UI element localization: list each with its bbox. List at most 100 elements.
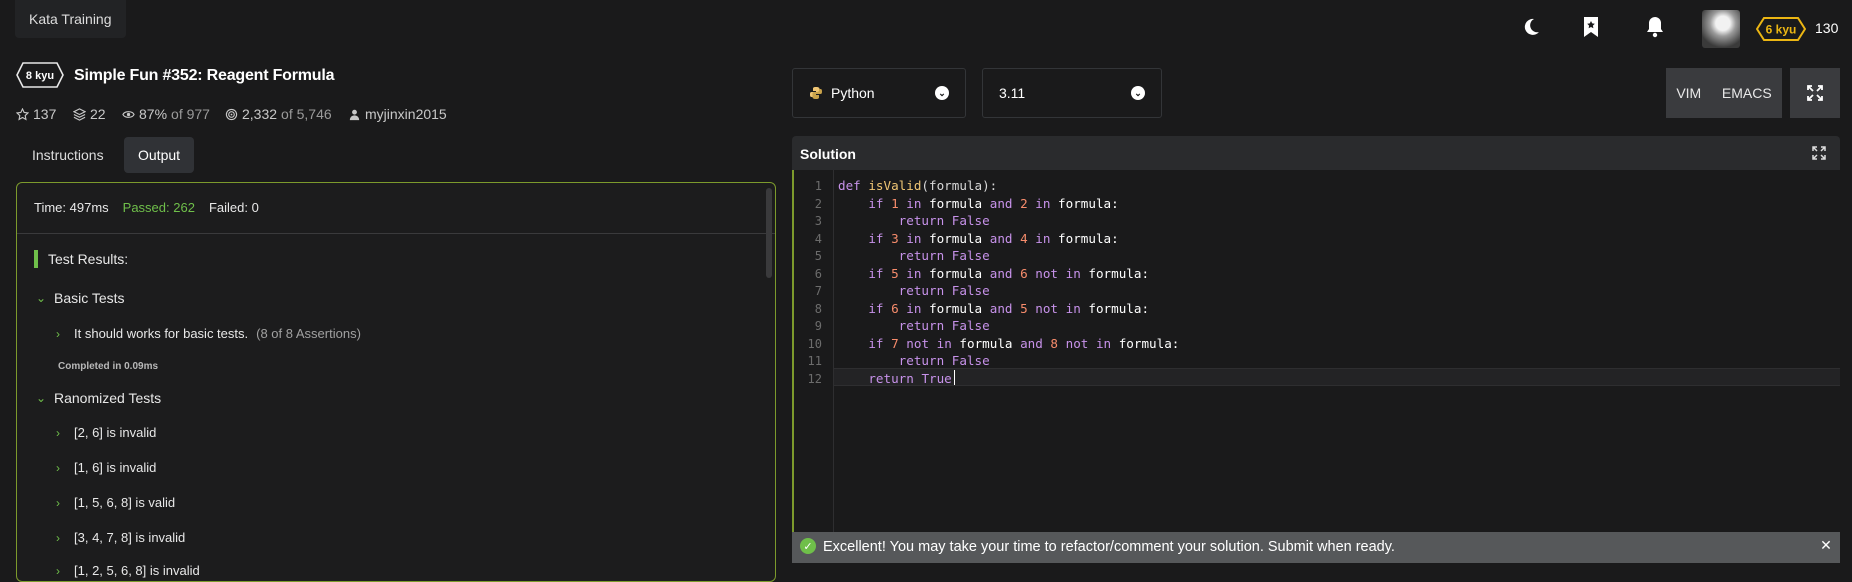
test-label: It should works for basic tests. — [74, 326, 249, 341]
chevron-right-icon: › — [56, 326, 60, 341]
number: 3 — [891, 231, 899, 246]
completed-stat: 2,332 of 5,746 — [225, 106, 332, 122]
function-name: isValid — [868, 178, 922, 193]
solution-title: Solution — [800, 146, 856, 162]
collections-stat[interactable]: 22 — [73, 106, 106, 122]
keyword: and — [989, 266, 1013, 281]
variable: formula: — [1088, 301, 1150, 316]
number: 4 — [1020, 231, 1028, 246]
passed-count: Passed: 262 — [122, 200, 195, 215]
code-line: return True — [838, 371, 952, 386]
failed-count: Failed: 0 — [208, 200, 259, 215]
code-line: if 1 in formula and 2 in formula: — [838, 196, 1119, 211]
line-number: 10 — [807, 337, 822, 351]
stars-stat[interactable]: 137 — [16, 106, 56, 122]
constant: True — [921, 371, 952, 386]
keyword: return — [868, 371, 914, 386]
variable: formula: — [1088, 266, 1150, 281]
chevron-right-icon: › — [56, 425, 60, 440]
keyword: in — [1035, 231, 1051, 246]
tab-output[interactable]: Output — [124, 137, 195, 173]
keyword: def — [838, 178, 861, 193]
language-select[interactable]: Python ⌄ — [792, 68, 966, 118]
keyword: in — [906, 266, 922, 281]
line-number: 3 — [814, 214, 822, 228]
text-cursor — [954, 370, 955, 385]
kata-training-menu[interactable]: Kata Training — [15, 0, 126, 38]
keyword: not — [906, 336, 930, 351]
code-line: if 7 not in formula and 8 not in formula… — [838, 336, 1179, 351]
expand-icon — [1807, 85, 1823, 101]
honor-count: 130 — [1815, 20, 1839, 36]
test-item[interactable]: › [1, 2, 5, 6, 8] is invalid — [56, 563, 200, 578]
moon-icon[interactable] — [1516, 12, 1546, 42]
keymap-toggle: VIM EMACS — [1666, 68, 1782, 118]
variable: formula: — [1058, 196, 1119, 211]
keyword: return — [898, 248, 945, 263]
variable: formula — [929, 266, 983, 281]
eye-icon — [122, 108, 135, 121]
keyword: and — [989, 231, 1013, 246]
svg-text:8 kyu: 8 kyu — [26, 70, 54, 82]
keyword: in — [1035, 196, 1051, 211]
test-results-title: Test Results: — [48, 251, 129, 267]
test-item[interactable]: › [1, 6] is invalid — [56, 460, 156, 475]
variable: formula: — [1118, 336, 1180, 351]
close-icon[interactable]: ✕ — [1818, 537, 1834, 553]
constant: False — [951, 318, 990, 333]
number: 6 — [891, 301, 899, 316]
chevron-right-icon: › — [56, 530, 60, 545]
satisfaction-total: of 977 — [171, 106, 210, 122]
test-item[interactable]: › [3, 4, 7, 8] is invalid — [56, 530, 185, 545]
group-label: Basic Tests — [54, 290, 125, 306]
tab-instructions[interactable]: Instructions — [18, 137, 118, 173]
group-randomized-tests[interactable]: ⌄ Ranomized Tests — [36, 390, 161, 406]
test-item[interactable]: › [2, 6] is invalid — [56, 425, 156, 440]
code-line: def isValid(formula): — [838, 178, 997, 193]
line-number: 7 — [814, 284, 822, 298]
constant: False — [951, 213, 990, 228]
output-panel — [16, 182, 776, 582]
author-stat[interactable]: myjinxin2015 — [348, 106, 447, 122]
fullscreen-button[interactable] — [1790, 68, 1840, 118]
bell-icon[interactable] — [1640, 12, 1670, 42]
test-item-basic[interactable]: › It should works for basic tests. (8 of… — [56, 326, 361, 341]
completed-count: 2,332 — [242, 106, 278, 122]
variable: formula — [929, 231, 983, 246]
avatar[interactable] — [1702, 10, 1740, 48]
keyword: in — [906, 301, 922, 316]
rank-badge: 6 kyu — [1756, 17, 1806, 41]
number: 7 — [891, 336, 899, 351]
number: 1 — [891, 196, 899, 211]
version-select[interactable]: 3.11 ⌄ — [982, 68, 1162, 118]
chevron-down-icon: ⌄ — [36, 291, 47, 305]
version-label: 3.11 — [999, 85, 1026, 101]
vim-button[interactable]: VIM — [1676, 85, 1701, 101]
code-line: return False — [838, 213, 990, 228]
author-name[interactable]: myjinxin2015 — [365, 106, 447, 122]
collections-count: 22 — [90, 106, 106, 122]
line-number: 1 — [814, 179, 822, 193]
code-line: return False — [838, 283, 990, 298]
line-number: 6 — [814, 267, 822, 281]
code-line: return False — [838, 248, 990, 263]
keyword: in — [906, 231, 922, 246]
constant: False — [951, 353, 990, 368]
variable: formula — [929, 196, 983, 211]
group-basic-tests[interactable]: ⌄ Basic Tests — [36, 290, 125, 306]
code-line: if 5 in formula and 6 not in formula: — [838, 266, 1149, 281]
keyword: if — [868, 336, 884, 351]
keyword: not — [1035, 266, 1059, 281]
keyword: return — [898, 283, 945, 298]
line-number: 4 — [814, 232, 822, 246]
keyword: if — [868, 266, 884, 281]
test-item[interactable]: › [1, 5, 6, 8] is valid — [56, 495, 175, 510]
variable: formula — [959, 336, 1013, 351]
number: 5 — [891, 266, 899, 281]
keyword: if — [868, 231, 884, 246]
test-label: [2, 6] is invalid — [74, 425, 157, 440]
emacs-button[interactable]: EMACS — [1722, 85, 1772, 101]
expand-icon[interactable] — [1810, 145, 1828, 161]
keyword: if — [868, 196, 884, 211]
bookmark-icon[interactable] — [1576, 12, 1606, 42]
